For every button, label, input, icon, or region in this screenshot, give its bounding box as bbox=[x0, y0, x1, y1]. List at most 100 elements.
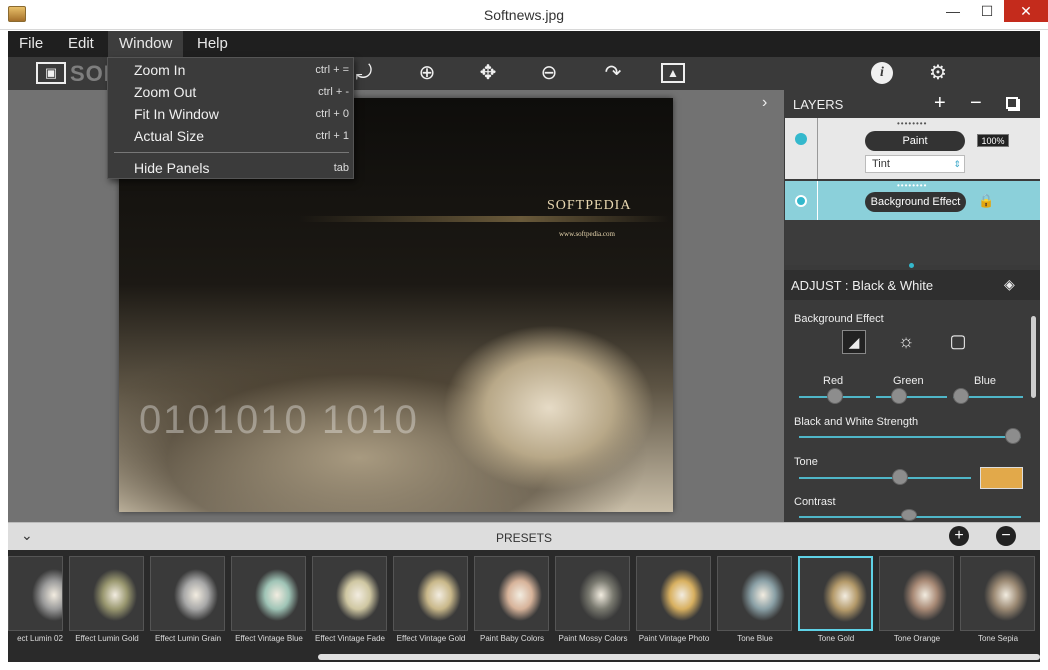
resize-handle-icon[interactable] bbox=[909, 263, 914, 268]
drag-handle-icon[interactable]: •••••••• bbox=[897, 119, 927, 128]
window-menu-dropdown: Zoom In ctrl + = Zoom Out ctrl + - Fit In … bbox=[107, 57, 354, 179]
preset-label: Effect Lumin Grain bbox=[154, 634, 222, 643]
tone-label: Tone bbox=[794, 456, 818, 468]
rotate-left-icon[interactable]: ⤾ bbox=[351, 60, 377, 86]
preset-label: Effect Lumin Gold bbox=[75, 634, 139, 643]
layer-name-background-effect[interactable]: Background Effect bbox=[865, 192, 966, 212]
contrast-slider-knob[interactable] bbox=[901, 509, 917, 521]
remove-layer-button[interactable]: − bbox=[970, 92, 982, 115]
preset-label: Tone Orange bbox=[893, 634, 941, 643]
layers-title: LAYERS bbox=[793, 97, 844, 112]
preset-thumbnail[interactable] bbox=[69, 556, 144, 631]
menu-item-zoom-in[interactable]: Zoom In ctrl + = bbox=[134, 59, 349, 81]
preset-thumbnail[interactable] bbox=[636, 556, 711, 631]
rotate-right-icon[interactable]: ↷ bbox=[600, 60, 626, 86]
strength-slider-knob[interactable] bbox=[1005, 428, 1021, 444]
section-label: Background Effect bbox=[794, 313, 884, 325]
visibility-toggle-icon[interactable] bbox=[795, 133, 807, 145]
photo-url: www.softpedia.com bbox=[559, 230, 615, 238]
settings-icon[interactable]: ⚙ bbox=[925, 60, 951, 86]
layer-divider bbox=[817, 118, 818, 179]
preset-thumbnail[interactable] bbox=[555, 556, 630, 631]
menu-item-zoom-out[interactable]: Zoom Out ctrl + - bbox=[134, 81, 349, 103]
maximize-button[interactable]: ☐ bbox=[970, 0, 1004, 22]
chevron-right-icon[interactable]: › bbox=[762, 94, 767, 112]
presets-scrollbar[interactable] bbox=[318, 654, 1040, 660]
fit-image-icon[interactable]: ▲ bbox=[661, 63, 685, 83]
remove-preset-button[interactable]: − bbox=[996, 526, 1016, 546]
preset-thumbnail[interactable] bbox=[8, 556, 63, 631]
preset-label: Effect Vintage Fade bbox=[315, 634, 385, 643]
menu-item-actual-size[interactable]: Actual Size ctrl + 1 bbox=[134, 125, 349, 147]
title-bar: Softnews.jpg bbox=[0, 0, 1048, 30]
green-slider-knob[interactable] bbox=[891, 388, 907, 404]
photo-binary-text: 0101010 1010 bbox=[139, 398, 419, 442]
zoom-out-icon[interactable]: ⊖ bbox=[536, 60, 562, 86]
red-slider-knob[interactable] bbox=[827, 388, 843, 404]
green-slider-track[interactable] bbox=[876, 396, 947, 398]
red-label: Red bbox=[823, 375, 844, 387]
window-title: Softnews.jpg bbox=[483, 7, 565, 23]
menu-file[interactable]: File bbox=[8, 31, 54, 57]
adjust-title: ADJUST : Black & White bbox=[791, 278, 934, 293]
select-arrows-icon: ⇕ bbox=[953, 159, 961, 169]
zoom-in-icon[interactable]: ⊕ bbox=[414, 60, 440, 86]
layer-opacity[interactable]: 100% bbox=[977, 134, 1009, 147]
menu-bar: File Edit Window Help bbox=[8, 31, 1040, 57]
tone-slider-track[interactable] bbox=[799, 477, 971, 479]
preset-thumbnail[interactable] bbox=[312, 556, 387, 631]
adjust-scrollbar[interactable] bbox=[1031, 316, 1036, 398]
preset-thumbnail[interactable] bbox=[960, 556, 1035, 631]
preset-label: Tone Sepia bbox=[977, 634, 1019, 643]
minimize-button[interactable]: — bbox=[936, 0, 970, 22]
preset-thumbnail[interactable] bbox=[231, 556, 306, 631]
preset-label: Paint Vintage Photo bbox=[638, 634, 710, 643]
duplicate-layer-icon[interactable] bbox=[1006, 97, 1018, 109]
photo-brand: SOFTPEDIA bbox=[547, 198, 632, 213]
layers-empty-area bbox=[785, 220, 1040, 265]
drag-handle-icon[interactable]: •••••••• bbox=[897, 181, 927, 190]
menu-item-fit-in-window[interactable]: Fit In Window ctrl + 0 bbox=[134, 103, 349, 125]
preset-thumbnail[interactable] bbox=[474, 556, 549, 631]
close-button[interactable]: ✕ bbox=[1004, 0, 1048, 22]
preset-label: Paint Mossy Colors bbox=[558, 634, 628, 643]
presets-title: PRESETS bbox=[495, 531, 552, 545]
eraser-icon[interactable]: ◈ bbox=[1004, 276, 1015, 293]
preset-label: Effect Vintage Blue bbox=[235, 634, 303, 643]
move-icon[interactable]: ✥ bbox=[475, 60, 501, 86]
menu-edit[interactable]: Edit bbox=[57, 31, 105, 57]
green-label: Green bbox=[893, 375, 924, 387]
strength-slider-track[interactable] bbox=[799, 436, 1021, 438]
tone-color-swatch[interactable] bbox=[980, 467, 1023, 489]
info-icon[interactable]: i bbox=[871, 62, 893, 84]
lock-icon[interactable]: 🔒 bbox=[978, 193, 994, 209]
brightness-mode-icon[interactable]: ☼ bbox=[894, 330, 918, 354]
blue-label: Blue bbox=[974, 375, 997, 387]
menu-window[interactable]: Window bbox=[108, 31, 184, 57]
app-icon[interactable] bbox=[8, 6, 26, 22]
menu-help[interactable]: Help bbox=[186, 31, 239, 57]
blend-mode-select[interactable]: Tint ⇕ bbox=[865, 155, 965, 173]
strength-label: Black and White Strength bbox=[794, 416, 919, 428]
menu-item-hide-panels[interactable]: Hide Panels tab bbox=[134, 157, 349, 179]
preset-thumbnail[interactable] bbox=[798, 556, 873, 631]
gradient-mode-icon[interactable]: ◢ bbox=[842, 330, 866, 354]
visibility-toggle-icon[interactable] bbox=[795, 195, 807, 207]
image-icon[interactable]: ▣ bbox=[36, 62, 66, 84]
square-mode-icon[interactable]: ▢ bbox=[946, 330, 970, 354]
preset-thumbnail[interactable] bbox=[879, 556, 954, 631]
add-preset-button[interactable]: + bbox=[949, 526, 969, 546]
contrast-label: Contrast bbox=[794, 496, 836, 508]
preset-label: Tone Blue bbox=[737, 634, 773, 643]
preset-label: Effect Vintage Gold bbox=[396, 634, 466, 643]
preset-label: Tone Gold bbox=[817, 634, 855, 643]
preset-thumbnail[interactable] bbox=[717, 556, 792, 631]
preset-label: Paint Baby Colors bbox=[479, 634, 545, 643]
layer-name-paint[interactable]: Paint bbox=[865, 131, 965, 151]
add-layer-button[interactable]: + bbox=[934, 92, 946, 115]
preset-thumbnail[interactable] bbox=[150, 556, 225, 631]
tone-slider-knob[interactable] bbox=[892, 469, 908, 485]
blue-slider-knob[interactable] bbox=[953, 388, 969, 404]
preset-thumbnail[interactable] bbox=[393, 556, 468, 631]
layer-divider bbox=[817, 181, 818, 220]
